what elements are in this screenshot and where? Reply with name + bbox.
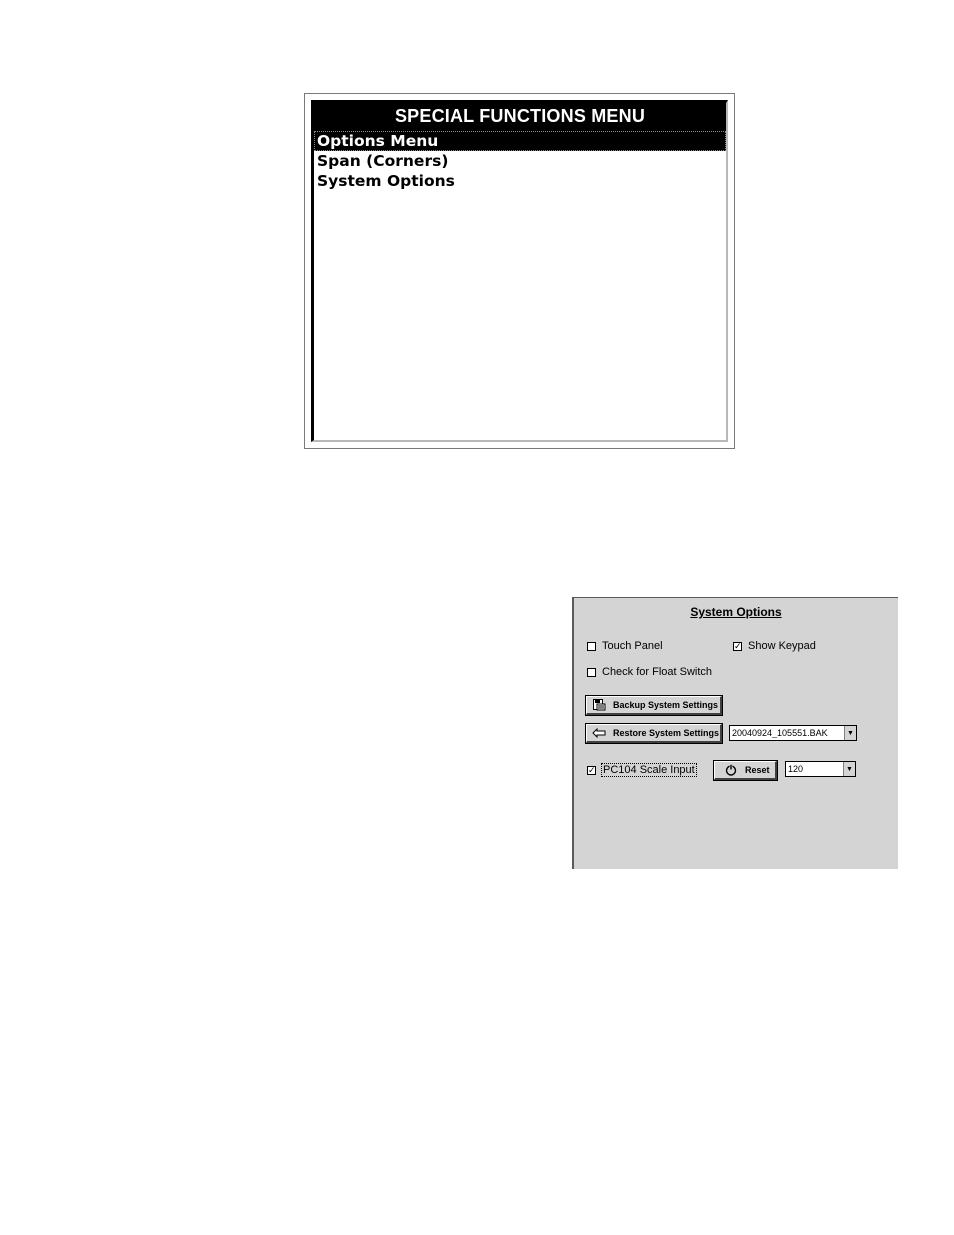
special-functions-menu-window: SPECIAL FUNCTIONS MENU Options Menu Span… bbox=[304, 93, 735, 449]
scale-value: 120 bbox=[788, 764, 804, 774]
backup-button-label: Backup System Settings bbox=[613, 700, 719, 710]
restore-system-settings-button[interactable]: Restore System Settings bbox=[585, 723, 723, 744]
restore-file-value: 20040924_105551.BAK bbox=[732, 728, 828, 738]
touch-panel-option[interactable]: Touch Panel bbox=[587, 640, 663, 652]
show-keypad-checkbox[interactable]: ✓ bbox=[733, 641, 742, 651]
restore-file-dropdown[interactable]: 20040924_105551.BAK ▼ bbox=[729, 725, 857, 741]
special-functions-menu-panel: SPECIAL FUNCTIONS MENU Options Menu Span… bbox=[311, 100, 728, 442]
menu-item-system-options[interactable]: System Options bbox=[314, 171, 726, 191]
float-switch-label: Check for Float Switch bbox=[602, 666, 713, 678]
power-icon bbox=[723, 764, 739, 776]
chevron-down-icon[interactable]: ▼ bbox=[843, 762, 855, 776]
system-options-panel: System Options Touch Panel ✓ Show Keypad… bbox=[572, 597, 898, 869]
show-keypad-label: Show Keypad bbox=[748, 640, 816, 652]
menu-item-span-corners[interactable]: Span (Corners) bbox=[314, 151, 726, 171]
menu-title: SPECIAL FUNCTIONS MENU bbox=[314, 103, 726, 129]
chevron-down-icon[interactable]: ▼ bbox=[844, 726, 856, 740]
touch-panel-label: Touch Panel bbox=[602, 640, 663, 652]
menu-item-options-menu[interactable]: Options Menu bbox=[314, 131, 726, 151]
pc104-scale-input-option[interactable]: ✓ PC104 Scale Input bbox=[587, 763, 697, 777]
pc104-label: PC104 Scale Input bbox=[601, 763, 697, 777]
show-keypad-option[interactable]: ✓ Show Keypad bbox=[733, 640, 816, 652]
float-switch-option[interactable]: Check for Float Switch bbox=[587, 666, 712, 678]
reset-button-label: Reset bbox=[745, 765, 770, 775]
system-options-title: System Options bbox=[690, 605, 782, 619]
pc104-checkbox[interactable]: ✓ bbox=[587, 765, 596, 775]
restore-button-label: Restore System Settings bbox=[613, 728, 720, 738]
touch-panel-checkbox[interactable] bbox=[587, 641, 596, 651]
floppy-disk-icon bbox=[591, 699, 607, 711]
scale-value-dropdown[interactable]: 120 ▼ bbox=[785, 761, 856, 777]
backup-system-settings-button[interactable]: Backup System Settings bbox=[585, 695, 723, 716]
float-switch-checkbox[interactable] bbox=[587, 667, 596, 677]
menu-list: Options Menu Span (Corners) System Optio… bbox=[314, 129, 726, 191]
reset-button[interactable]: Reset bbox=[713, 760, 778, 781]
restore-arrow-icon bbox=[591, 727, 607, 739]
